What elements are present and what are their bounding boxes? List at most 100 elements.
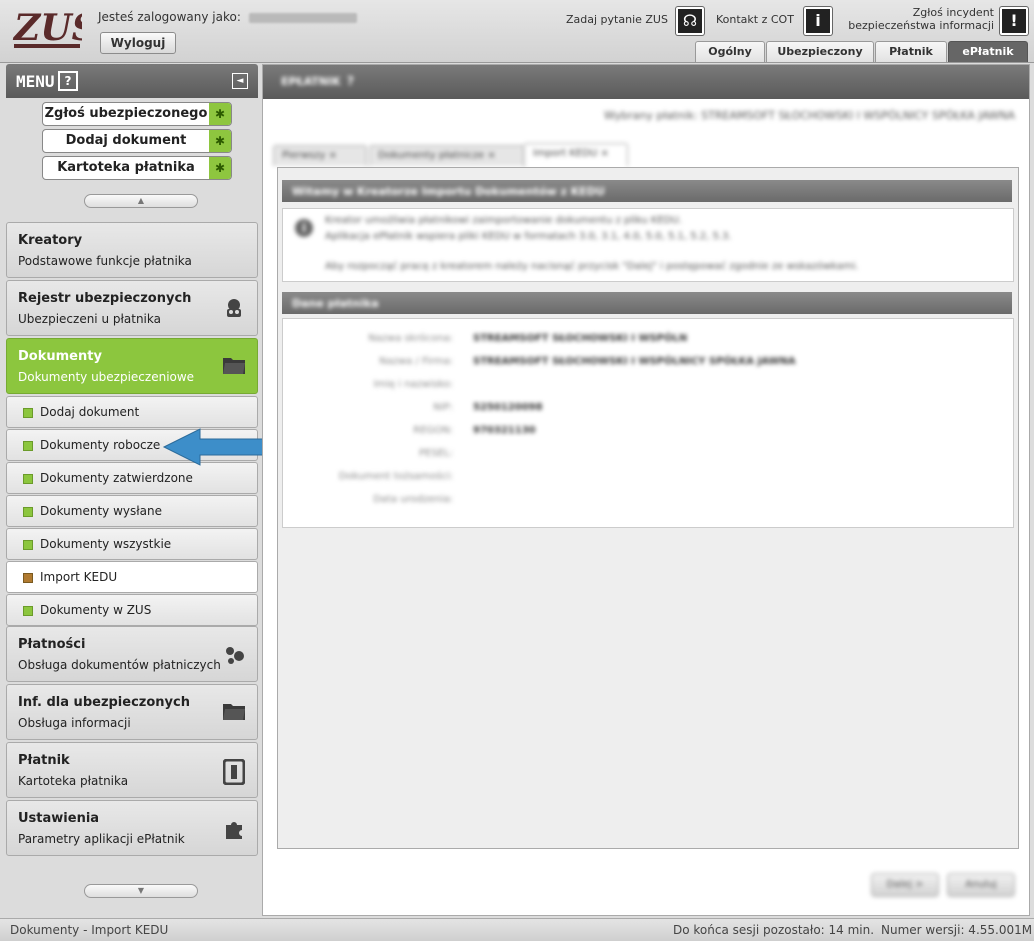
info-icon: i <box>295 219 313 237</box>
username-redacted <box>248 12 357 23</box>
payer-data-bar: Dane płatnika <box>282 292 1012 314</box>
section-title: Płatności <box>18 637 86 652</box>
main-header: EPŁATNIK ? <box>263 65 1029 99</box>
section-title: Ustawienia <box>18 811 100 826</box>
star-icon: ✱ <box>209 103 231 125</box>
payer-data-title: Dane płatnika <box>292 297 379 310</box>
wizard-title-bar: Witamy w Kreatorze Importu Dokumentów z … <box>282 180 1012 202</box>
contact-cot-link[interactable]: Kontakt z COT <box>716 13 794 26</box>
puzzle-icon <box>221 817 247 843</box>
quick-label: Kartoteka płatnika <box>57 160 195 175</box>
section-subtitle: Podstawowe funkcje płatnika <box>18 254 192 268</box>
data-row: Data urodzenia: <box>283 494 1013 514</box>
zus-logo: ZUS <box>12 7 82 49</box>
tab-ubezpieczony[interactable]: Ubezpieczony <box>766 41 874 62</box>
star-icon: ✱ <box>209 157 231 179</box>
incident-line2: bezpieczeństwa informacji <box>848 19 994 32</box>
section-inf-dla-ubezpieczonych[interactable]: Inf. dla ubezpieczonych Obsługa informac… <box>6 684 258 740</box>
menu-title: MENU <box>16 72 55 91</box>
quick-zglos-ubezpieczonego[interactable]: Zgłoś ubezpieczonego ✱ <box>42 102 232 126</box>
section-rejestr-ubezpieczonych[interactable]: Rejestr ubezpieczonych Ubezpieczeni u pł… <box>6 280 258 336</box>
row-label: Nazwa skrócona: <box>368 333 453 344</box>
sub-dokumenty-w-zus[interactable]: Dokumenty w ZUS <box>6 594 258 626</box>
sub-label: Dokumenty w ZUS <box>40 603 152 617</box>
section-subtitle: Obsługa dokumentów płatniczych <box>18 658 221 672</box>
tab-ogolny[interactable]: Ogólny <box>695 41 765 62</box>
bullet-icon <box>23 606 33 616</box>
collapse-menu-icon[interactable]: ◄ <box>232 73 248 89</box>
menu-header: MENU ? ◄ <box>6 64 258 98</box>
section-kreatory[interactable]: Kreatory Podstawowe funkcje płatnika <box>6 222 258 278</box>
row-label: Dokument tożsamości: <box>338 471 453 482</box>
page-tab-documents[interactable]: Dokumenty płatnicze × <box>369 145 525 166</box>
section-title: Kreatory <box>18 233 83 248</box>
section-platnosci[interactable]: Płatności Obsługa dokumentów płatniczych <box>6 626 258 682</box>
bullet-icon <box>23 408 33 418</box>
sub-label: Dokumenty zatwierdzone <box>40 471 193 485</box>
tab-platnik[interactable]: Płatnik <box>875 41 947 62</box>
row-label: PESEL: <box>419 448 453 459</box>
row-label: Data urodzenia: <box>373 494 453 505</box>
page-tab-import-kedu[interactable]: Import KEDU × <box>524 143 628 166</box>
headset-icon[interactable]: ☊ <box>676 7 704 35</box>
scroll-down-button[interactable]: ▼ <box>84 884 198 898</box>
app-header: ZUS Jesteś zalogowany jako: Wyloguj Zada… <box>0 0 1034 63</box>
data-row: REGON: 970321130 <box>283 425 1013 445</box>
row-label: NIP: <box>433 402 453 413</box>
data-row: NIP: 5250120098 <box>283 402 1013 422</box>
incident-link[interactable]: Zgłoś incydent bezpieczeństwa informacji <box>830 6 994 32</box>
bullet-icon <box>23 474 33 484</box>
section-platnik[interactable]: Płatnik Kartoteka płatnika <box>6 742 258 798</box>
coins-icon <box>221 643 247 669</box>
logout-button[interactable]: Wyloguj <box>100 32 176 54</box>
selected-payer: Wybrany płatnik: STREAMSOFT SŁOCHOWSKI I… <box>603 109 1015 122</box>
section-title: Dokumenty <box>18 349 102 364</box>
info-icon[interactable]: i <box>804 7 832 35</box>
wizard-title: Witamy w Kreatorze Importu Dokumentów z … <box>292 185 605 198</box>
tab-eplatnik[interactable]: ePłatnik <box>948 41 1028 62</box>
sub-label: Dokumenty wysłane <box>40 504 162 518</box>
wizard-info: i Kreator umożliwia płatnikowi zaimporto… <box>282 208 1014 282</box>
folder-icon <box>221 355 247 381</box>
data-row: Imię i nazwisko: <box>283 379 1013 399</box>
login-label: Jesteś zalogowany jako: <box>98 10 241 24</box>
status-bar: Dokumenty - Import KEDU Do końca sesji p… <box>0 918 1034 941</box>
section-subtitle: Dokumenty ubezpieczeniowe <box>18 370 195 384</box>
sidebar: MENU ? ◄ Zgłoś ubezpieczonego ✱ Dodaj do… <box>6 64 260 914</box>
section-title: Płatnik <box>18 753 70 768</box>
section-title: Inf. dla ubezpieczonych <box>18 695 190 710</box>
row-value: STREAMSOFT SŁOCHOWSKI I WSPÓLNICY SPÓŁKA… <box>473 356 796 367</box>
main-help-icon[interactable]: ? <box>347 74 354 88</box>
sub-label: Import KEDU <box>40 570 118 584</box>
next-button[interactable]: Dalej > <box>871 873 939 897</box>
login-info: Jesteś zalogowany jako: <box>98 10 357 24</box>
bullet-icon <box>23 441 33 451</box>
sub-dodaj-dokument[interactable]: Dodaj dokument <box>6 396 258 428</box>
alert-icon[interactable]: ! <box>1000 7 1028 35</box>
people-icon <box>221 297 247 323</box>
data-row: Nazwa skrócona: STREAMSOFT SŁOCHOWSKI I W… <box>283 333 1013 353</box>
sub-dokumenty-wyslane[interactable]: Dokumenty wysłane <box>6 495 258 527</box>
scroll-up-button[interactable]: ▲ <box>84 194 198 208</box>
quick-dodaj-dokument[interactable]: Dodaj dokument ✱ <box>42 129 232 153</box>
section-subtitle: Ubezpieczeni u płatnika <box>18 312 161 326</box>
data-row: Dokument tożsamości: <box>283 471 1013 491</box>
section-ustawienia[interactable]: Ustawienia Parametry aplikacji ePłatnik <box>6 800 258 856</box>
page-tab-first[interactable]: Pierwszy × <box>273 145 367 166</box>
info-line: Kreator umożliwia płatnikowi zaimportowa… <box>325 215 682 226</box>
section-subtitle: Parametry aplikacji ePłatnik <box>18 832 185 846</box>
cancel-button[interactable]: Anuluj <box>947 873 1015 897</box>
sub-dokumenty-wszystkie[interactable]: Dokumenty wszystkie <box>6 528 258 560</box>
sub-import-kedu[interactable]: Import KEDU <box>6 561 258 593</box>
quick-kartoteka-platnika[interactable]: Kartoteka płatnika ✱ <box>42 156 232 180</box>
version-number: Numer wersji: 4.55.001M <box>881 923 1033 937</box>
section-subtitle: Obsługa informacji <box>18 716 131 730</box>
incident-line1: Zgłoś incydent <box>912 6 994 19</box>
section-dokumenty[interactable]: Dokumenty Dokumenty ubezpieczeniowe <box>6 338 258 394</box>
info-line: Aplikacja ePłatnik wspiera pliki KEDU w … <box>325 231 732 242</box>
sub-label: Dodaj dokument <box>40 405 140 419</box>
help-icon[interactable]: ? <box>58 71 78 91</box>
quick-label: Zgłoś ubezpieczonego <box>44 106 208 121</box>
ask-zus-link[interactable]: Zadaj pytanie ZUS <box>566 13 668 26</box>
row-label: Imię i nazwisko: <box>373 379 453 390</box>
